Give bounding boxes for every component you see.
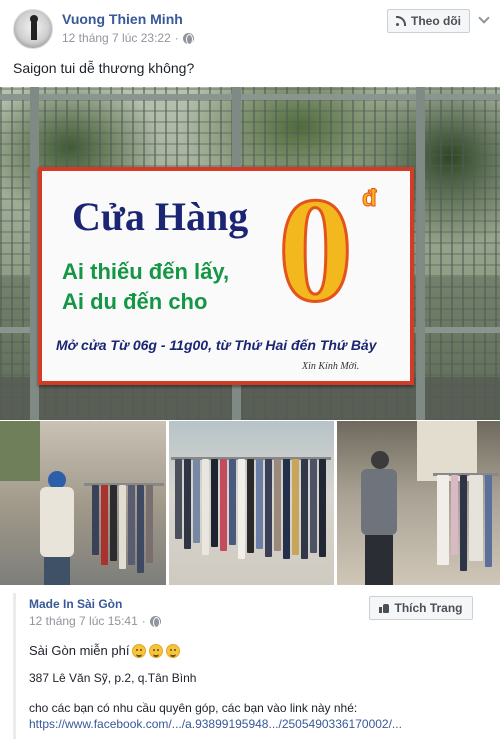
author-avatar[interactable] [13, 9, 53, 49]
follow-button-label: Theo dõi [411, 14, 461, 28]
avatar-figure-body [31, 20, 37, 40]
facebook-post: Vuong Thien Minh 12 tháng 7 lúc 23:22 · … [0, 0, 500, 747]
shared-link[interactable]: https://www.facebook.com/.../a.938991959… [29, 717, 402, 731]
main-photo[interactable]: Cửa Hàng Ai thiếu đến lấy, Ai du đến cho… [0, 87, 500, 420]
follow-button[interactable]: Theo dõi [387, 9, 470, 33]
fence-rail [0, 94, 500, 100]
shared-instructions: cho các bạn có nhu cầu quyên góp, các bạ… [29, 701, 358, 715]
shared-address: 387 Lê Văn Sỹ, p.2, q.Tân Bình [29, 671, 197, 685]
hanging-cloth [451, 475, 458, 555]
photo-thumbnail[interactable] [337, 421, 500, 585]
hanging-cloth [437, 475, 449, 565]
hanging-cloth [469, 475, 483, 561]
globe-icon [182, 32, 194, 45]
hanging-cloth [184, 459, 191, 549]
shared-post: Made In Sài Gòn 12 tháng 7 lúc 15:41 · T… [13, 593, 487, 739]
shared-post-timestamp[interactable]: 12 tháng 7 lúc 15:41 [29, 614, 138, 628]
hanging-cloth [283, 459, 290, 559]
hanging-cloth [292, 459, 299, 555]
thumbs-up-icon [379, 603, 390, 613]
hanging-cloth [310, 459, 317, 553]
fence-post [416, 87, 425, 420]
thumb-building [417, 421, 477, 481]
post-text: Saigon tui dễ thương không? [13, 60, 195, 76]
hanging-cloth [146, 485, 153, 563]
hanging-cloth [175, 459, 182, 539]
hanging-cloth [128, 485, 135, 565]
banner-zero: 0 [277, 167, 355, 333]
like-page-button[interactable]: Thích Trang [369, 596, 473, 620]
hanging-cloth [319, 459, 326, 557]
banner-welcome: Xin Kính Mời. [302, 361, 360, 372]
person-browsing [353, 451, 403, 585]
banner-line-2: Ai du đến cho [62, 289, 208, 314]
shared-post-meta: 12 tháng 7 lúc 15:41 · [29, 614, 161, 628]
post-timestamp[interactable]: 12 tháng 7 lúc 23:22 [62, 31, 171, 45]
like-page-label: Thích Trang [394, 601, 463, 615]
person-browsing [34, 471, 78, 585]
hanging-cloth [238, 459, 245, 559]
author-name[interactable]: Vuong Thien Minh [62, 11, 183, 27]
shared-page-name[interactable]: Made In Sài Gòn [29, 597, 122, 611]
hanging-cloth [256, 459, 263, 549]
hanging-cloth [220, 459, 227, 551]
post-meta: 12 tháng 7 lúc 23:22 · [62, 31, 194, 45]
hanging-cloth [202, 459, 209, 555]
hanging-cloth [265, 459, 272, 557]
rss-icon [396, 16, 406, 26]
grinning-emoji-icon [149, 643, 164, 658]
chevron-down-icon[interactable] [478, 12, 490, 24]
hanging-cloth [101, 485, 108, 565]
hanging-cloth [110, 485, 117, 561]
banner-hours: Mở cửa Từ 06g - 11g00, từ Thứ Hai đến Th… [56, 337, 377, 353]
hanging-cloth [92, 485, 99, 555]
hanging-cloth [193, 459, 200, 543]
shared-text-1: Sài Gòn miễn phí [29, 643, 130, 658]
hanging-cloth [211, 459, 218, 547]
shared-text-line-1: Sài Gòn miễn phí [29, 643, 181, 658]
hanging-cloth [274, 459, 281, 551]
grinning-emoji-icon [166, 643, 181, 658]
photo-thumbnail[interactable] [0, 421, 166, 585]
hanging-cloth [119, 485, 126, 569]
grinning-emoji-icon [132, 643, 147, 658]
hanging-cloth [460, 475, 467, 571]
hanging-cloth [485, 475, 492, 567]
hanging-cloth [247, 459, 254, 553]
banner-title: Cửa Hàng [72, 194, 249, 239]
hanging-cloth [301, 459, 308, 559]
banner-currency: đ [362, 185, 378, 213]
hanging-cloth [229, 459, 236, 545]
hanging-cloth [137, 485, 144, 573]
photo-thumbnail[interactable] [169, 421, 334, 585]
globe-icon [149, 615, 161, 628]
banner-line-1: Ai thiếu đến lấy, [62, 259, 230, 284]
shop-banner: Cửa Hàng Ai thiếu đến lấy, Ai du đến cho… [38, 167, 414, 385]
